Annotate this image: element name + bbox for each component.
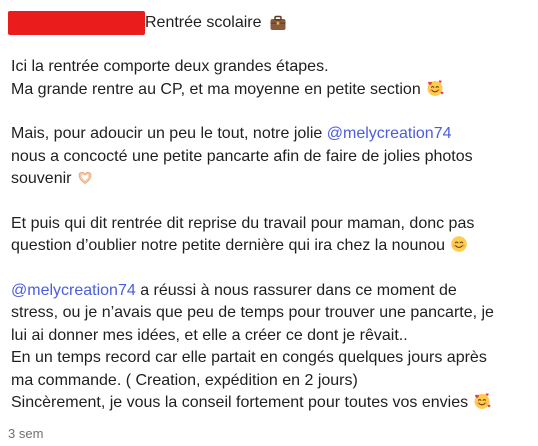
mention-link[interactable]: @melycreation74 — [327, 125, 452, 142]
post-text-line: Ma grande rentre au CP, et ma moyenne en… — [11, 79, 535, 102]
post-text: nous a concocté une petite pancarte afin… — [11, 147, 473, 165]
post-text-line: En un temps record car elle partait en c… — [11, 347, 535, 370]
post-text: En un temps record car elle partait en c… — [11, 349, 487, 366]
post-header: Rentrée scolaire — [8, 10, 287, 36]
social-post: Rentrée scolaire Ici la rentrée comporte… — [0, 0, 538, 446]
post-text-line: @melycreation74 a réussi à nous rassurer… — [11, 280, 535, 303]
smiling-face-with-hearts-icon — [426, 79, 444, 97]
post-text-line: nous a concocté une petite pancarte afin… — [11, 146, 535, 169]
post-text: Sincèrement, je vous la conseil fortemen… — [11, 394, 469, 411]
post-text: lui ai donner mes idées, et elle a créer… — [11, 326, 408, 344]
post-text: question d’oublier notre petite dernière… — [11, 237, 446, 254]
post-paragraph: Mais, pour adoucir un peu le tout, notre… — [11, 123, 535, 191]
post-text-line: ma commande. ( Creation, expédition en 2… — [11, 370, 535, 393]
post-text: a réussi à nous rassurer dans ce moment … — [135, 281, 457, 299]
post-text-line: stress, ou je n’avais que peu de temps p… — [11, 302, 535, 325]
post-paragraph: Ici la rentrée comporte deux grandes éta… — [11, 56, 535, 101]
post-text-line: Ici la rentrée comporte deux grandes éta… — [11, 56, 535, 79]
post-text: souvenir — [11, 170, 72, 187]
mention-link[interactable]: @melycreation74 — [11, 282, 136, 299]
post-title: Rentrée scolaire — [145, 14, 262, 31]
smiling-face-with-hearts-icon — [473, 392, 491, 410]
smiling-face-with-smiling-eyes-icon — [450, 235, 468, 253]
post-text-line: question d’oublier notre petite dernière… — [11, 235, 535, 258]
redacted-author-name — [8, 11, 145, 35]
post-text: stress, ou je n’avais que peu de temps p… — [11, 304, 494, 321]
post-text-line: Mais, pour adoucir un peu le tout, notre… — [11, 123, 535, 146]
heart-hands-icon — [76, 168, 94, 186]
post-text-line: Et puis qui dit rentrée dit reprise du t… — [11, 213, 535, 236]
post-text: Ma grande rentre au CP, et ma moyenne en… — [11, 80, 421, 98]
post-paragraph: Et puis qui dit rentrée dit reprise du t… — [11, 213, 535, 258]
post-text: Mais, pour adoucir un peu le tout, notre… — [11, 125, 327, 142]
briefcase-icon — [270, 15, 285, 30]
post-text: Ici la rentrée comporte deux grandes éta… — [11, 58, 329, 75]
post-timestamp[interactable]: 3 sem — [8, 426, 43, 441]
post-text: ma commande. ( Creation, expédition en 2… — [11, 371, 358, 389]
post-text: Et puis qui dit rentrée dit reprise du t… — [11, 214, 475, 232]
post-text-line: Sincèrement, je vous la conseil fortemen… — [11, 392, 535, 415]
post-text-line: souvenir — [11, 168, 535, 191]
post-paragraph: @melycreation74 a réussi à nous rassurer… — [11, 280, 535, 415]
post-body: Ici la rentrée comporte deux grandes éta… — [11, 56, 535, 437]
post-text-line: lui ai donner mes idées, et elle a créer… — [11, 325, 535, 348]
